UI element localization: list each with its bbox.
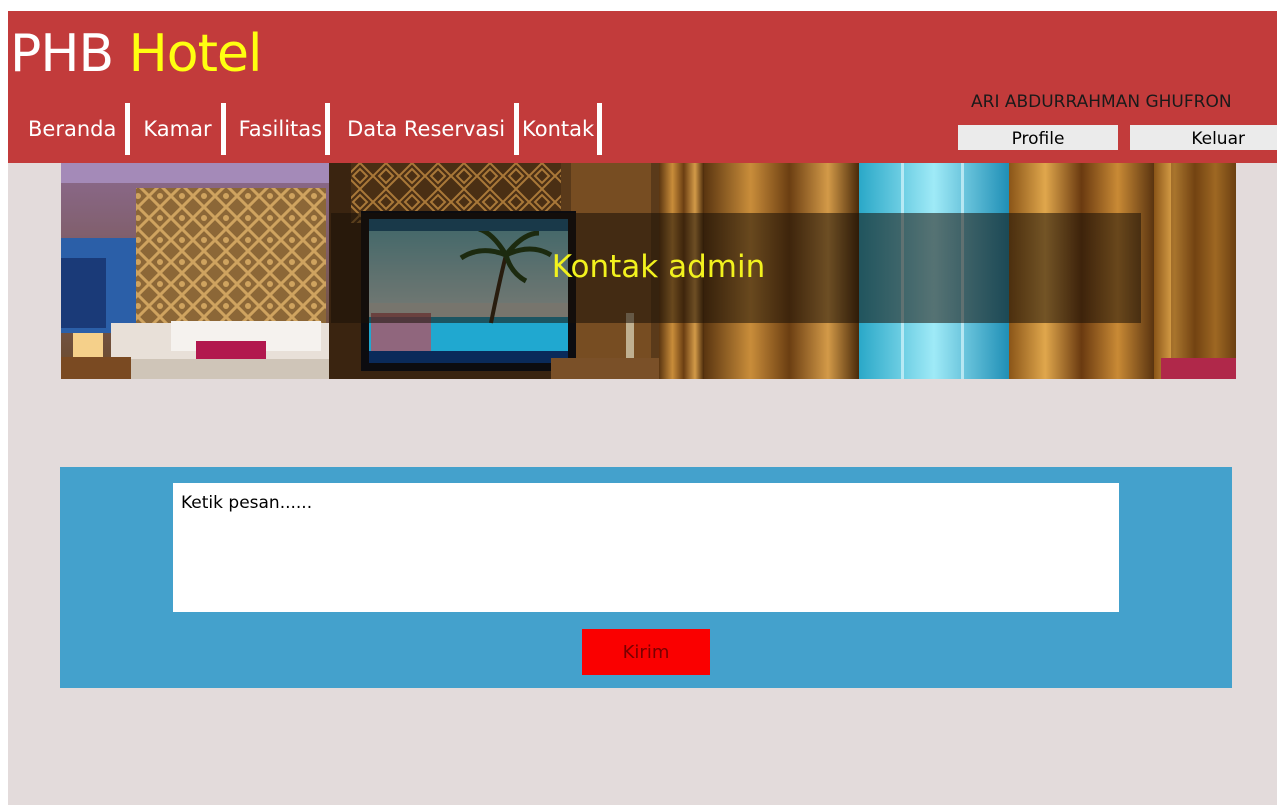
logout-button[interactable]: Keluar <box>1130 125 1277 150</box>
brand-logo[interactable]: PHB Hotel <box>10 19 263 89</box>
nav-fasilitas[interactable]: Fasilitas <box>239 115 326 143</box>
nav-kontak[interactable]: Kontak <box>522 115 597 143</box>
main-nav: Beranda Kamar Fasilitas Data Reservasi K… <box>28 102 615 156</box>
nav-separator <box>325 103 331 155</box>
message-input[interactable] <box>173 483 1119 612</box>
nav-separator <box>125 103 131 155</box>
brand-name-hotel: Hotel <box>128 24 263 84</box>
banner-image: Kontak admin <box>61 163 1236 379</box>
nav-data-reservasi[interactable]: Data Reservasi <box>347 115 514 143</box>
nav-separator <box>597 103 603 155</box>
header-bar: PHB Hotel Beranda Kamar Fasilitas Data R… <box>8 11 1277 163</box>
nav-separator <box>220 103 226 155</box>
user-name: ARI ABDURRAHMAN GHUFRON <box>971 92 1232 112</box>
profile-button[interactable]: Profile <box>958 125 1118 150</box>
send-button[interactable]: Kirim <box>582 629 710 675</box>
banner-title: Kontak admin <box>551 249 766 285</box>
nav-separator <box>514 103 520 155</box>
contact-form: Kirim <box>60 467 1232 688</box>
brand-name-phb: PHB <box>10 24 114 84</box>
nav-beranda[interactable]: Beranda <box>28 115 125 143</box>
nav-kamar[interactable]: Kamar <box>143 115 220 143</box>
page-background: PHB Hotel Beranda Kamar Fasilitas Data R… <box>8 11 1277 805</box>
